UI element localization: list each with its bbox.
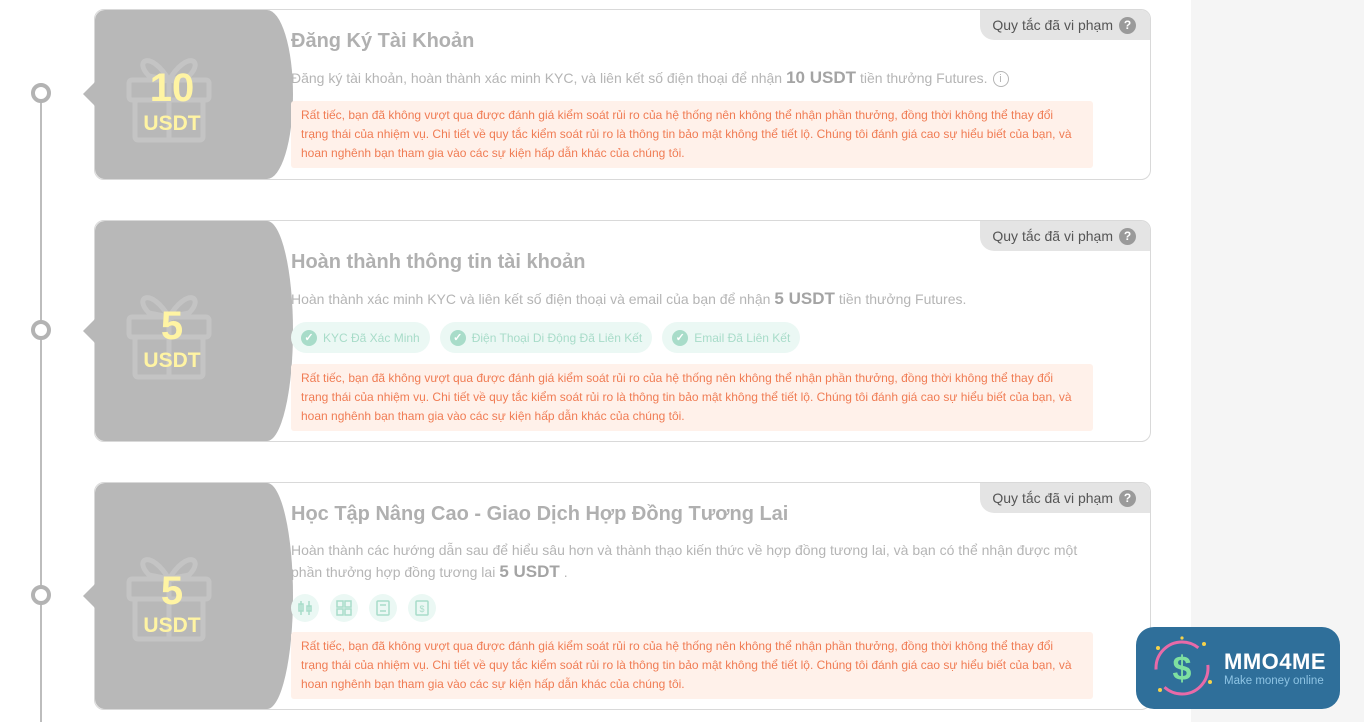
task-description: Đăng ký tài khoản, hoàn thành xác minh K… [291,67,1091,89]
reward-panel: 5 USDT [95,483,293,709]
timeline-notch [83,319,95,343]
desc-amount: 5 USDT [499,562,560,581]
book-icon[interactable] [369,594,397,622]
dollar-doc-icon[interactable]: $ [408,594,436,622]
reward-unit: USDT [143,112,201,135]
desc-text: Đăng ký tài khoản, hoàn thành xác minh K… [291,70,783,86]
rule-violated-badge[interactable]: Quy tắc đã vi phạm ? [980,483,1150,513]
svg-text:$: $ [419,604,424,614]
logo-tagline: Make money online [1224,675,1324,687]
reward-panel: 10 USDT [95,10,293,179]
chip-label: Điện Thoại Di Động Đã Liên Kết [471,330,643,345]
svg-text:$: $ [1173,650,1192,688]
reward-unit: USDT [143,614,201,637]
reward-amount: 5 [160,569,184,613]
help-icon[interactable]: ? [1119,489,1136,507]
reward-panel: 5 USDT [95,221,293,441]
task-title: Học Tập Nâng Cao - Giao Dịch Hợp Đồng Tư… [291,503,789,525]
rule-badge-label: Quy tắc đã vi phạm [992,17,1113,33]
desc-text: Hoàn thành các hướng dẫn sau để hiểu sâu… [291,542,1078,580]
risk-warning: Rất tiếc, bạn đã không vượt qua được đán… [291,364,1093,431]
rule-violated-badge[interactable]: Quy tắc đã vi phạm ? [980,10,1150,40]
task-title: Hoàn thành thông tin tài khoản [291,251,586,273]
logo-text: MMO4ME Make money online [1224,649,1326,687]
desc-text-after: tiền thưởng Futures. [838,291,967,307]
task-description: Hoàn thành các hướng dẫn sau để hiểu sâu… [291,540,1091,583]
desc-text-after: tiền thưởng Futures. [860,70,988,86]
timeline-dot [31,320,51,340]
logo-brand: MMO4ME [1224,649,1326,674]
reward-unit: USDT [143,349,201,372]
task-card-complete-info: 5 USDT Quy tắc đã vi phạm ? Hoàn thành t… [83,220,1151,442]
candlestick-icon[interactable] [291,594,319,622]
task-card-advanced-futures: 5 USDT Quy tắc đã vi phạm ? Học Tập Nâng… [83,482,1151,710]
grid-icon[interactable] [330,594,358,622]
timeline-line [40,95,42,722]
risk-warning: Rất tiếc, bạn đã không vượt qua được đán… [291,632,1093,699]
help-icon[interactable]: ? [1119,227,1136,245]
chip-phone-linked: ✓ Điện Thoại Di Động Đã Liên Kết [439,322,653,353]
reward-amount: 5 [160,304,184,348]
info-icon[interactable]: i [992,71,1009,88]
reward-amount: 10 [149,66,195,110]
desc-amount: 10 USDT [786,68,857,87]
chip-label: Email Đã Liên Kết [694,330,791,345]
check-circle-icon: ✓ [301,329,317,346]
timeline-dot [31,585,51,605]
tutorial-icons: $ [291,594,436,622]
rule-badge-label: Quy tắc đã vi phạm [992,490,1113,506]
risk-warning: Rất tiếc, bạn đã không vượt qua được đán… [291,101,1093,168]
desc-amount: 5 USDT [774,289,835,308]
rule-violated-badge[interactable]: Quy tắc đã vi phạm ? [980,221,1150,251]
timeline-notch [83,584,95,608]
chip-label: KYC Đã Xác Minh [323,330,420,345]
task-card-register: 10 USDT Quy tắc đã vi phạm ? Đăng Ký Tài… [83,9,1151,180]
help-icon[interactable]: ? [1119,16,1136,34]
timeline-notch [83,82,95,106]
mmo4me-logo: $ MMO4ME Make money online [1136,627,1340,709]
chip-kyc-verified: ✓ KYC Đã Xác Minh [291,322,430,353]
check-circle-icon: ✓ [449,329,466,346]
desc-text: Hoàn thành xác minh KYC và liên kết số đ… [291,291,771,307]
dollar-coin-icon: $ [1154,636,1212,696]
task-title: Đăng Ký Tài Khoản [291,30,475,52]
chip-email-linked: ✓ Email Đã Liên Kết [662,322,801,353]
task-description: Hoàn thành xác minh KYC và liên kết số đ… [291,288,1091,310]
timeline-dot [31,83,51,103]
desc-text-after: . [563,564,568,580]
rule-badge-label: Quy tắc đã vi phạm [992,228,1113,244]
right-side-panel [1191,0,1364,722]
status-chips: ✓ KYC Đã Xác Minh ✓ Điện Thoại Di Động Đã … [291,322,801,353]
check-circle-icon: ✓ [672,329,689,346]
